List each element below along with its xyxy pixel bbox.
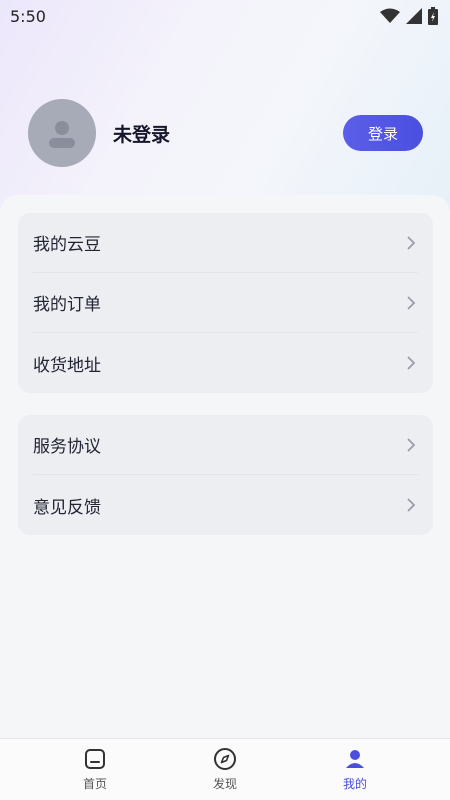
- menu-card-account: 我的云豆 我的订单 收货地址: [18, 213, 433, 393]
- chevron-right-icon: [404, 236, 418, 250]
- profile-header: 未登录 登录: [28, 99, 423, 167]
- status-time: 5:50: [10, 6, 46, 26]
- menu-item-service-agreement[interactable]: 服务协议: [33, 415, 418, 475]
- tab-label: 我的: [342, 777, 367, 791]
- home-icon: [85, 749, 105, 769]
- status-icons: [380, 7, 438, 25]
- menu-item-address[interactable]: 收货地址: [33, 333, 418, 393]
- tab-label: 首页: [82, 777, 107, 791]
- menu-item-label: 收货地址: [33, 355, 101, 376]
- login-button[interactable]: 登录: [343, 115, 423, 151]
- tab-mine[interactable]: 我的: [310, 747, 400, 792]
- chevron-right-icon: [404, 296, 418, 310]
- status-bar: 5:50: [0, 0, 450, 32]
- user-icon: [346, 750, 364, 768]
- chevron-right-icon: [404, 498, 418, 512]
- tab-home[interactable]: 首页: [50, 747, 140, 792]
- chevron-right-icon: [404, 356, 418, 370]
- menu-item-feedback[interactable]: 意见反馈: [33, 475, 418, 535]
- tab-label: 发现: [212, 777, 237, 791]
- menu-item-label: 意见反馈: [33, 497, 101, 518]
- menu-item-label: 我的订单: [33, 295, 101, 315]
- profile-name: 未登录: [113, 123, 171, 146]
- menu-item-orders[interactable]: 我的订单: [33, 273, 418, 333]
- menu-item-yundou[interactable]: 我的云豆: [33, 213, 418, 273]
- battery-icon: [428, 7, 438, 25]
- chevron-right-icon: [404, 438, 418, 452]
- bottom-tab-bar: 首页 发现 我的: [0, 738, 450, 800]
- user-avatar-icon: [49, 121, 75, 148]
- tab-discover[interactable]: 发现: [180, 747, 270, 792]
- wifi-icon: [380, 8, 400, 23]
- signal-icon: [406, 8, 422, 24]
- menu-item-label: 我的云豆: [33, 235, 101, 255]
- compass-icon: [214, 748, 236, 770]
- menu-card-support: 服务协议 意见反馈: [18, 415, 433, 535]
- menu-item-label: 服务协议: [33, 437, 101, 457]
- avatar[interactable]: [28, 99, 96, 167]
- main-content: 我的云豆 我的订单 收货地址 服务协议 意见反馈: [0, 195, 450, 740]
